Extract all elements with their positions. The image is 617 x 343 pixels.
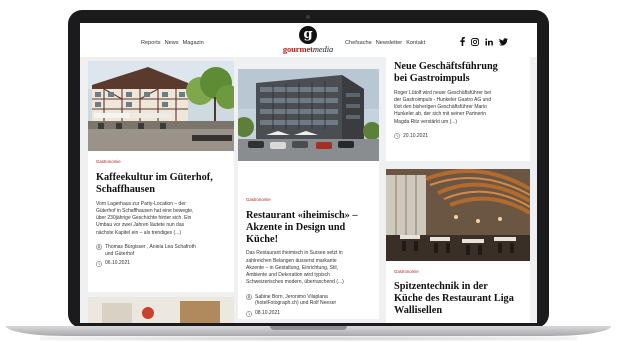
laptop-base-notch xyxy=(270,326,347,330)
clock-icon xyxy=(246,310,252,317)
article-body: Gastronomie Restaurant «iheimisch» – Akz… xyxy=(246,197,373,317)
article-category[interactable]: Gastronomie xyxy=(96,159,228,164)
article-excerpt: Das Restaurant iheimisch in Sursee setzt… xyxy=(246,250,344,286)
article-body: Neue Geschäftsführung bei Gastroimpuls R… xyxy=(394,61,524,140)
article-authors: Thomas Bürgisser , Aniela Lea Schafroth … xyxy=(96,244,228,258)
nav-item-news[interactable]: News xyxy=(165,40,179,46)
person-icon xyxy=(96,244,102,251)
article-excerpt: Vom Lagerhaus zur Party-Location – der G… xyxy=(96,200,194,236)
facebook-icon[interactable] xyxy=(460,37,465,46)
logo-mark: g xyxy=(299,26,317,44)
article-image-liga[interactable] xyxy=(386,169,530,261)
person-icon xyxy=(246,294,252,301)
logo-wordmark: gourmetmedia xyxy=(282,44,334,54)
clock-icon xyxy=(96,261,102,267)
nav-item-magazin[interactable]: Magazin xyxy=(183,40,204,46)
laptop-shadow xyxy=(40,336,577,341)
article-image-iheimisch[interactable] xyxy=(238,69,379,161)
article-date: 20.10.2021 xyxy=(394,133,524,140)
article-image-gueterhof[interactable] xyxy=(88,61,234,151)
primary-nav: Reports News Magazin xyxy=(141,40,204,46)
article-image-partial[interactable] xyxy=(88,297,234,323)
article-title[interactable]: Restaurant «iheimisch» – Akzente in Desi… xyxy=(246,210,373,245)
nav-item-kontakt[interactable]: Kontakt xyxy=(406,40,425,46)
linkedin-icon[interactable] xyxy=(485,37,493,46)
article-category[interactable]: Gastronomie xyxy=(394,269,524,274)
article-date: 08.10.2021 xyxy=(246,310,373,317)
nav-item-reports[interactable]: Reports xyxy=(141,40,161,46)
article-date: 06.10.2021 xyxy=(96,260,228,267)
nav-item-newsletter[interactable]: Newsletter xyxy=(376,40,402,46)
article-title[interactable]: Neue Geschäftsführung bei Gastroimpuls xyxy=(394,61,524,85)
article-category[interactable]: Gastronomie xyxy=(246,197,373,202)
nav-item-chefsache[interactable]: Chefsache xyxy=(345,40,372,46)
article-card-iheimisch[interactable]: Gastronomie Restaurant «iheimisch» – Akz… xyxy=(238,69,379,319)
article-card-kaffeekultur[interactable]: Gastronomie Kaffeekultur im Güterhof, Sc… xyxy=(88,61,234,292)
article-title[interactable]: Kaffeekultur im Güterhof, Schaffhausen xyxy=(96,172,228,196)
article-card-liga[interactable]: Gastronomie Spitzentechnik in der Küche … xyxy=(386,169,530,323)
article-excerpt: Roger Lütolf wird neuer Geschäftsführer … xyxy=(394,89,491,125)
article-card-gastroimpuls[interactable]: Neue Geschäftsführung bei Gastroimpuls R… xyxy=(386,57,530,161)
article-card-partial[interactable] xyxy=(88,297,234,323)
twitter-icon[interactable] xyxy=(499,37,508,46)
laptop-camera xyxy=(306,15,310,19)
site-header: Reports News Magazin g gourmetmedia Chef… xyxy=(80,23,537,57)
article-title[interactable]: Spitzentechnik in der Küche des Restaura… xyxy=(394,281,524,316)
instagram-icon[interactable] xyxy=(471,37,479,46)
social-links xyxy=(460,37,508,46)
laptop-screen: Reports News Magazin g gourmetmedia Chef… xyxy=(80,23,537,323)
clock-icon xyxy=(394,133,400,140)
article-body: Gastronomie Spitzentechnik in der Küche … xyxy=(394,269,524,316)
gourmetmedia-logo[interactable]: g gourmetmedia xyxy=(276,26,340,56)
article-body: Gastronomie Kaffeekultur im Güterhof, Sc… xyxy=(96,159,228,267)
secondary-nav: Chefsache Newsletter Kontakt xyxy=(345,40,425,46)
article-authors: Sabine Born, Jeronimo Vilaplana (hotelFo… xyxy=(246,294,373,308)
